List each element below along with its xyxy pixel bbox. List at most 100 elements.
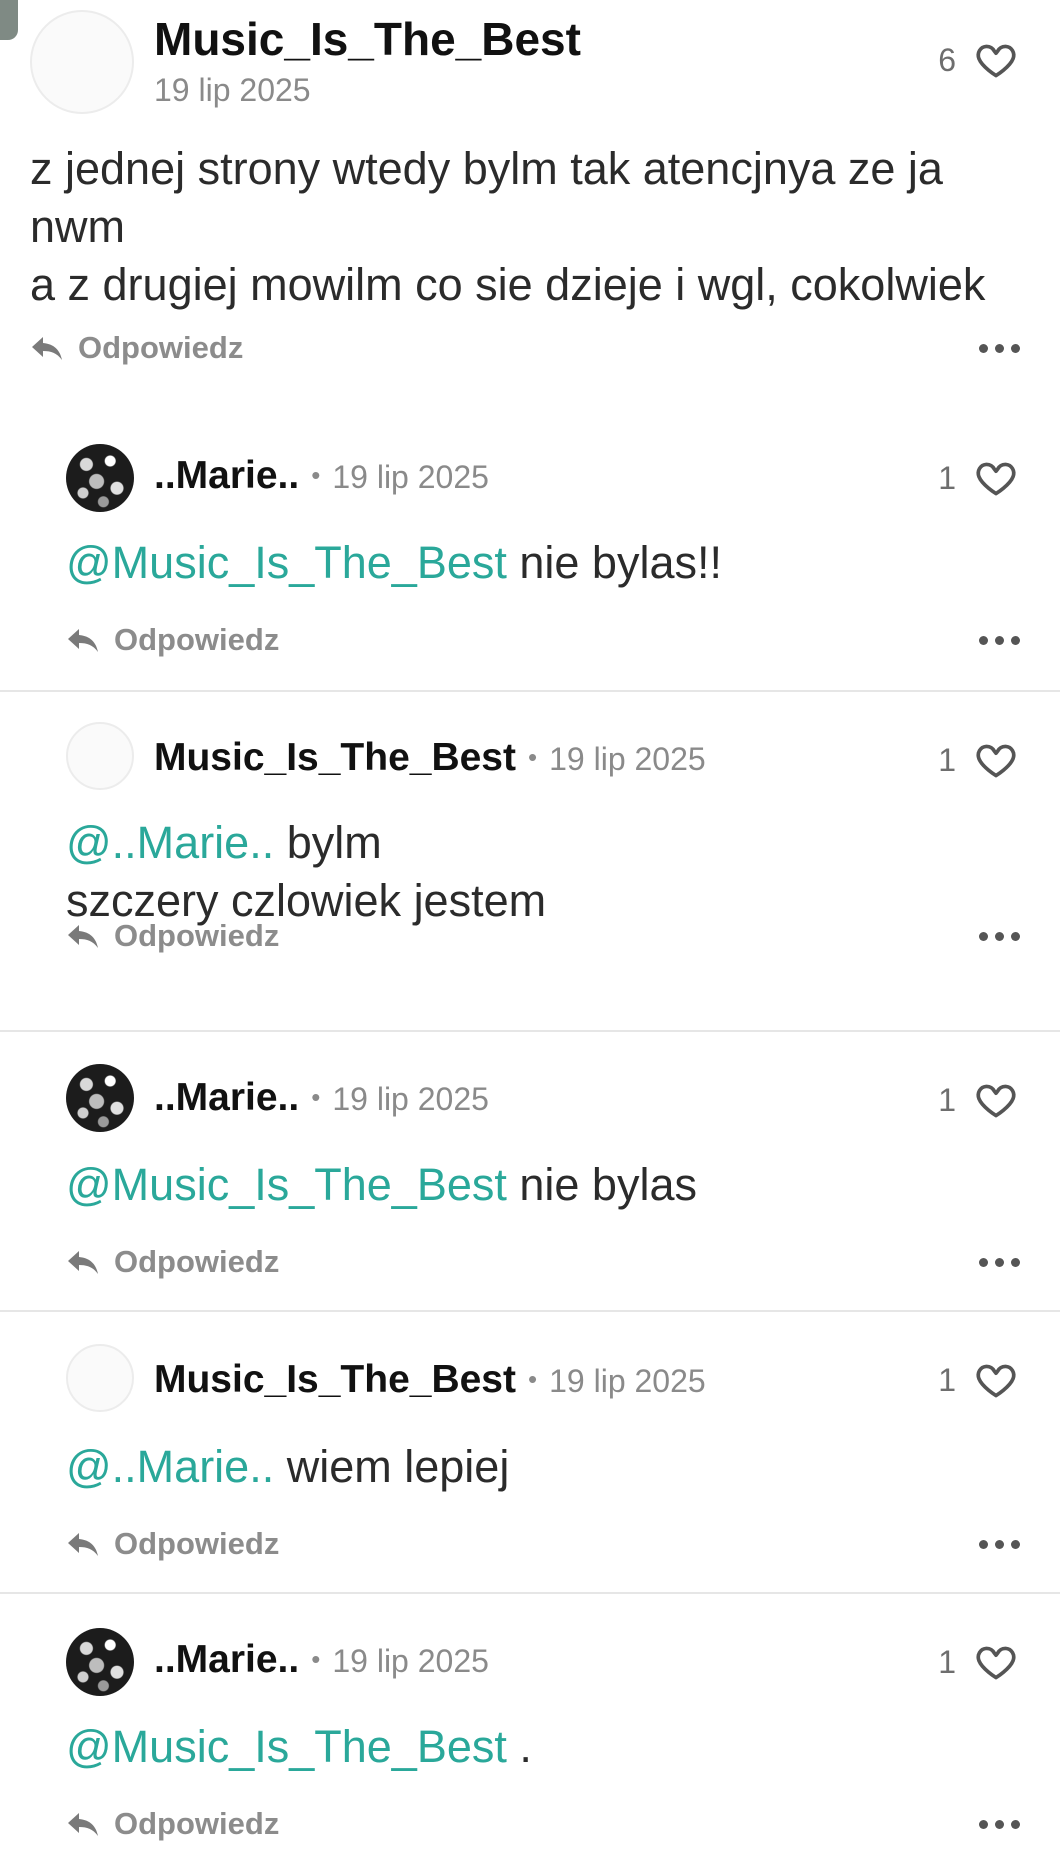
comment-text-line: z jednej strony wtedy bylm tak atencjnya… — [30, 143, 943, 194]
reply-text-content: . — [519, 1721, 532, 1772]
reply-actions: Odpowiedz — [66, 1806, 1020, 1842]
reply-arrow-icon — [68, 925, 98, 948]
more-options-icon[interactable] — [979, 1814, 1020, 1835]
reply-arrow-icon — [68, 1533, 98, 1556]
reply-date: 19 lip 2025 — [332, 1643, 489, 1679]
like-button[interactable]: 1 — [938, 738, 1018, 782]
like-button[interactable]: 1 — [938, 1078, 1018, 1122]
reply-header: Music_Is_The_Best • 19 lip 2025 — [154, 736, 706, 780]
reply-text: @Music_Is_The_Best . — [66, 1718, 1026, 1776]
heart-icon[interactable] — [974, 38, 1018, 82]
reply-arrow-icon — [68, 629, 98, 652]
reply-date: 19 lip 2025 — [332, 459, 489, 495]
reply-text-line: @Music_Is_The_Best nie bylas!! — [66, 534, 1026, 592]
reply-header: Music_Is_The_Best • 19 lip 2025 — [154, 1358, 706, 1402]
reply-arrow-icon — [32, 337, 62, 360]
mention-link[interactable]: @..Marie.. — [66, 1441, 274, 1492]
reply-text-line: @Music_Is_The_Best nie bylas — [66, 1156, 1026, 1214]
reply-text: @Music_Is_The_Best nie bylas!! — [66, 534, 1026, 592]
separator-dot: • — [311, 1082, 321, 1112]
reply-text: @..Marie.. wiem lepiej — [66, 1438, 1026, 1496]
avatar[interactable] — [66, 722, 134, 790]
reply-label: Odpowiedz — [114, 1526, 280, 1561]
heart-icon[interactable] — [974, 456, 1018, 500]
reply-button[interactable]: Odpowiedz — [66, 1526, 279, 1562]
reply-comment: ..Marie.. • 19 lip 2025 1 @Music_Is_The_… — [0, 1592, 1060, 1856]
reply-button[interactable]: Odpowiedz — [66, 1244, 279, 1280]
reply-actions: Odpowiedz — [66, 1526, 1020, 1562]
more-options-icon[interactable] — [979, 630, 1020, 651]
reply-text-line: @..Marie.. wiem lepiej — [66, 1438, 1026, 1496]
reply-label: Odpowiedz — [78, 330, 244, 365]
reply-username[interactable]: Music_Is_The_Best — [154, 736, 516, 780]
heart-icon[interactable] — [974, 1078, 1018, 1122]
reply-username[interactable]: Music_Is_The_Best — [154, 1358, 516, 1402]
comment-username[interactable]: Music_Is_The_Best — [154, 12, 581, 66]
reply-text-content: wiem lepiej — [286, 1441, 510, 1492]
comment-date: 19 lip 2025 — [154, 72, 311, 108]
avatar[interactable] — [66, 1628, 134, 1696]
reply-actions: Odpowiedz — [66, 918, 1020, 954]
reply-text-line: @Music_Is_The_Best . — [66, 1718, 1026, 1776]
avatar[interactable] — [66, 1344, 134, 1412]
avatar[interactable] — [66, 444, 134, 512]
separator-dot: • — [528, 1364, 538, 1394]
heart-icon[interactable] — [974, 1358, 1018, 1402]
reply-button[interactable]: Odpowiedz — [66, 622, 279, 658]
avatar[interactable] — [30, 10, 134, 114]
reply-header: ..Marie.. • 19 lip 2025 — [154, 454, 489, 498]
mention-link[interactable]: @..Marie.. — [66, 817, 274, 868]
separator-dot: • — [528, 742, 538, 772]
more-options-icon[interactable] — [979, 1252, 1020, 1273]
reply-button[interactable]: Odpowiedz — [30, 330, 243, 366]
like-button[interactable]: 6 — [938, 38, 1018, 82]
reply-username[interactable]: ..Marie.. — [154, 1076, 299, 1120]
like-button[interactable]: 1 — [938, 1358, 1018, 1402]
avatar[interactable] — [66, 1064, 134, 1132]
reply-label: Odpowiedz — [114, 1244, 280, 1279]
reply-button[interactable]: Odpowiedz — [66, 918, 279, 954]
reply-username[interactable]: ..Marie.. — [154, 1638, 299, 1682]
heart-icon[interactable] — [974, 738, 1018, 782]
reply-text-content: nie bylas!! — [519, 537, 722, 588]
reply-username[interactable]: ..Marie.. — [154, 454, 299, 498]
reply-date: 19 lip 2025 — [549, 741, 706, 777]
like-count: 1 — [938, 1361, 956, 1398]
reply-header: ..Marie.. • 19 lip 2025 — [154, 1076, 489, 1120]
comment-text-line: nwm — [30, 201, 126, 252]
reply-date: 19 lip 2025 — [332, 1081, 489, 1117]
mention-link[interactable]: @Music_Is_The_Best — [66, 537, 507, 588]
reply-actions: Odpowiedz — [66, 622, 1020, 658]
reply-comment: ..Marie.. • 19 lip 2025 1 @Music_Is_The_… — [0, 410, 1060, 690]
reply-actions: Odpowiedz — [66, 1244, 1020, 1280]
more-options-icon[interactable] — [979, 1534, 1020, 1555]
reply-text-content: nie bylas — [519, 1159, 697, 1210]
separator-dot: • — [311, 460, 321, 490]
reply-text: @Music_Is_The_Best nie bylas — [66, 1156, 1026, 1214]
like-button[interactable]: 1 — [938, 456, 1018, 500]
reply-text-line: @..Marie.. bylm — [66, 814, 1026, 872]
more-options-icon[interactable] — [979, 926, 1020, 947]
reply-date: 19 lip 2025 — [549, 1363, 706, 1399]
reply-label: Odpowiedz — [114, 622, 280, 657]
main-comment: Music_Is_The_Best 19 lip 2025 6 z jednej… — [0, 0, 1060, 410]
reply-header: ..Marie.. • 19 lip 2025 — [154, 1638, 489, 1682]
separator-dot: • — [311, 1644, 321, 1674]
comment-text: z jednej strony wtedy bylm tak atencjnya… — [30, 140, 1040, 314]
reply-text-content: bylm — [286, 817, 382, 868]
mention-link[interactable]: @Music_Is_The_Best — [66, 1721, 507, 1772]
reply-text: @..Marie.. bylm szczery czlowiek jestem — [66, 814, 1026, 930]
like-count: 1 — [938, 741, 956, 778]
reply-comment: Music_Is_The_Best • 19 lip 2025 1 @..Mar… — [0, 690, 1060, 1030]
reply-button[interactable]: Odpowiedz — [66, 1806, 279, 1842]
like-button[interactable]: 1 — [938, 1640, 1018, 1684]
reply-label: Odpowiedz — [114, 918, 280, 953]
heart-icon[interactable] — [974, 1640, 1018, 1684]
reply-arrow-icon — [68, 1251, 98, 1274]
more-options-icon[interactable] — [979, 338, 1020, 359]
like-count: 6 — [938, 41, 956, 78]
like-count: 1 — [938, 459, 956, 496]
mention-link[interactable]: @Music_Is_The_Best — [66, 1159, 507, 1210]
like-count: 1 — [938, 1081, 956, 1118]
comment-text-line: a z drugiej mowilm co sie dzieje i wgl, … — [30, 259, 986, 310]
